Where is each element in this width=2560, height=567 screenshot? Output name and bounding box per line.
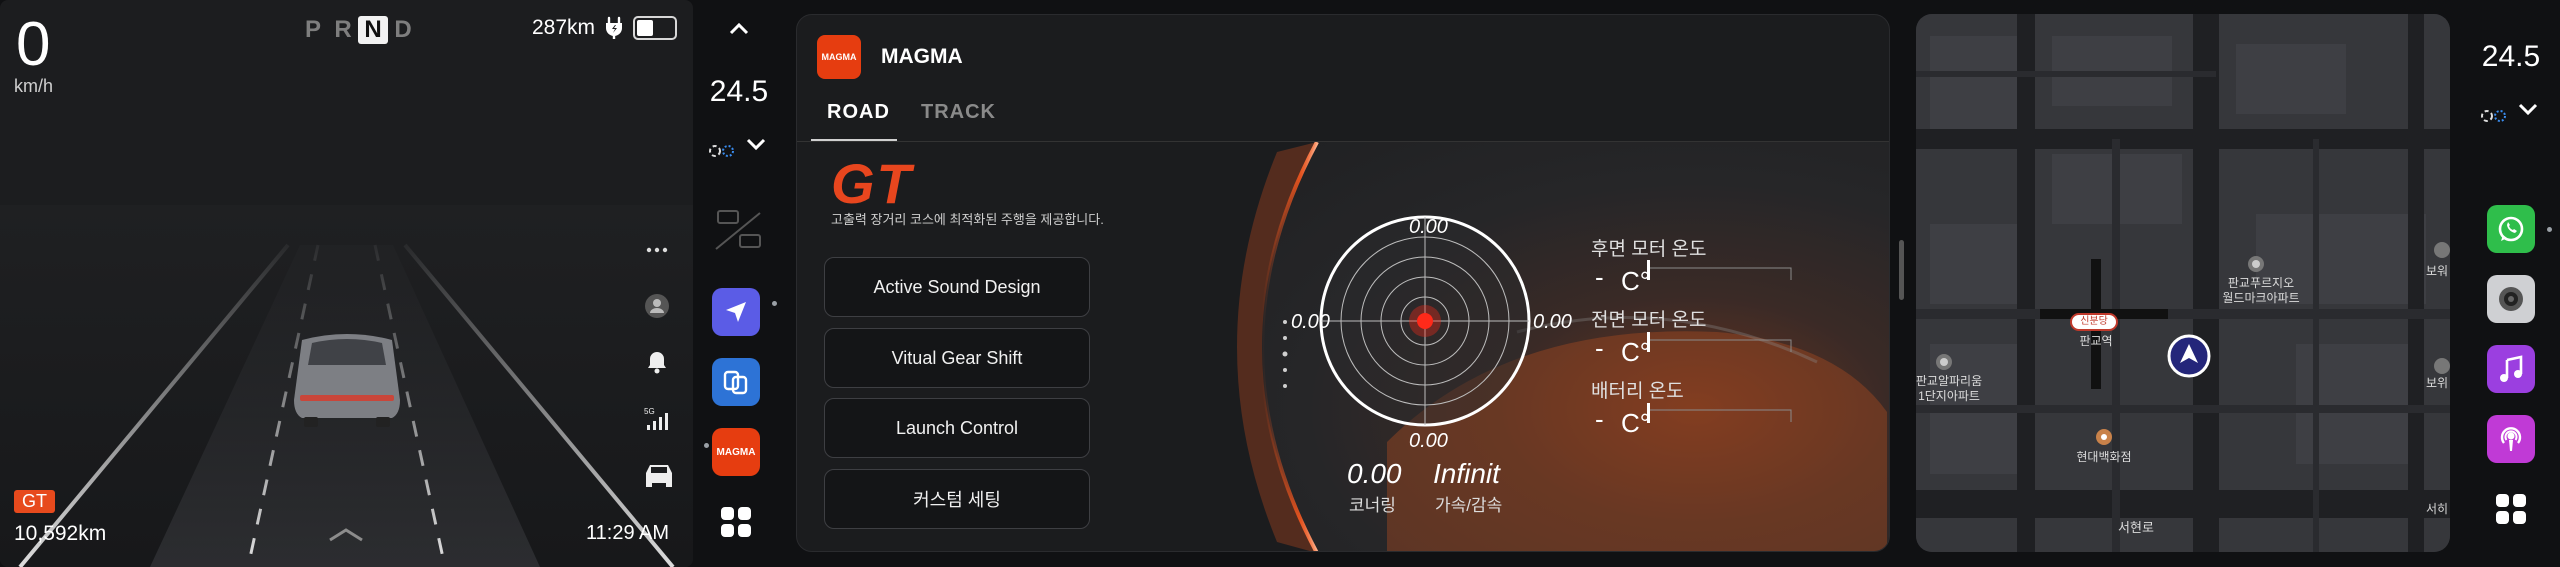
music-app-icon[interactable] (2487, 345, 2535, 393)
range-value: 287km (532, 16, 596, 39)
climate-right: 24.5 (2476, 40, 2546, 129)
custom-settings-button[interactable]: 커스텀 세팅 (824, 469, 1090, 529)
map-poi-department-store: 현대백화점 (2076, 450, 2132, 464)
cornering-label: 코너링 (1349, 496, 1396, 515)
battery-temp-unit: C° (1621, 408, 1651, 438)
left-dock: MAGMA (704, 205, 777, 551)
podcast-app-icon[interactable] (2487, 415, 2535, 463)
map-canvas (1916, 14, 2450, 552)
map-poi-apartment-left: 판교알파리움 1단지아파트 (1916, 374, 1983, 403)
odometer: 10,592km (14, 522, 107, 545)
bell-icon[interactable] (642, 347, 672, 377)
camera-app-icon[interactable] (2487, 275, 2535, 323)
clock: 11:29 AM (586, 522, 670, 544)
temp-down-chevron-icon[interactable] (741, 129, 771, 159)
launch-control-button[interactable]: Launch Control (824, 398, 1090, 458)
active-sound-design-button[interactable]: Active Sound Design (824, 257, 1090, 317)
magma-logo: MAGMA (817, 35, 861, 79)
whatsapp-app-icon[interactable] (2487, 205, 2535, 253)
map-poi-apartment-top: 판교푸르지오 월드마크아파트 (2222, 276, 2300, 305)
gear-d: D (394, 16, 412, 43)
app-name: MAGMA (881, 45, 963, 68)
gforce-bottom: 0.00 (1409, 430, 1448, 452)
performance-visualization: 0.00 0.00 0.00 0.00 0.00 코너링 Infinit 가속/… (1237, 142, 1889, 551)
drive-mode-badge: GT (14, 490, 55, 513)
cluster-status-icons: 5G (642, 235, 672, 515)
gforce-left: 0.00 (1291, 311, 1330, 333)
speed-value: 0 (16, 10, 51, 79)
acceleration-value: Infinit (1433, 458, 1500, 489)
drive-mode-title: GT (831, 152, 913, 215)
battery-temp-label: 배터리 온도 (1591, 381, 1684, 402)
rear-motor-temp-unit: C° (1621, 266, 1651, 296)
map-station-name: 판교역 (2079, 334, 2113, 348)
gear-r: R (334, 16, 352, 43)
speed-unit: km/h (14, 76, 54, 96)
connectivity-app-icon[interactable] (712, 358, 760, 406)
lane-visualization (18, 243, 675, 567)
map-road-label: 서현로 (2118, 520, 2154, 535)
temperature-value-right: 24.5 (2481, 40, 2541, 73)
profile-icon[interactable] (642, 291, 672, 321)
car-icon[interactable] (642, 459, 672, 489)
viz-background (1237, 142, 1887, 551)
cornering-value: 0.00 (1347, 458, 1402, 489)
navigation-map[interactable]: 신분당 판교역 판교푸르지오 월드마크아파트 판교알파리움 1단지아파트 현대백… (1916, 14, 2450, 552)
gear-n-selected: N (358, 16, 388, 44)
acceleration-label: 가속/감속 (1435, 496, 1503, 515)
magma-app-icon[interactable]: MAGMA (712, 428, 760, 476)
gforce-top: 0.00 (1409, 216, 1448, 238)
virtual-gear-shift-button[interactable]: Vitual Gear Shift (824, 328, 1090, 388)
map-edge-label-mid: 보위 (2425, 376, 2449, 390)
temp-down-chevron-icon-right[interactable] (2513, 94, 2543, 124)
gear-p: P (304, 16, 321, 43)
temperature-value: 24.5 (709, 75, 769, 108)
rear-motor-temp-value: - (1595, 262, 1604, 292)
gear-selector: P R N D (298, 16, 418, 44)
instrument-cluster: 0 km/h P R N D 287km 5G GT 10,592km 11:2… (0, 0, 693, 567)
temp-up-chevron-icon[interactable] (724, 14, 754, 44)
current-location-icon (2167, 334, 2211, 378)
5g-signal-icon: 5G (642, 403, 672, 433)
g-force-radar (1319, 215, 1531, 427)
map-edge-label-top: 보워 (2425, 264, 2449, 278)
ego-car-icon (294, 334, 400, 427)
range-indicator: 287km (532, 16, 678, 40)
magma-app-window: MAGMA MAGMA ROAD TRACK GT 고출력 장거리 코스에 최적… (796, 14, 1890, 552)
gforce-right: 0.00 (1533, 311, 1572, 333)
battery-icon (633, 16, 678, 40)
front-motor-temp-label: 전면 모터 온도 (1591, 310, 1707, 331)
svg-text:5G: 5G (644, 407, 655, 416)
map-edge-label-bottom: 서히 (2425, 502, 2449, 516)
battery-temp-value: - (1595, 404, 1604, 434)
navigation-app-icon[interactable] (712, 288, 760, 336)
more-icon[interactable] (642, 235, 672, 265)
tab-track[interactable]: TRACK (921, 101, 996, 124)
fan-icon[interactable] (707, 143, 737, 159)
tab-road[interactable]: ROAD (827, 101, 890, 124)
climate-left: 24.5 (704, 14, 774, 164)
rear-defrost-icon[interactable] (712, 205, 766, 257)
front-motor-temp-value: - (1595, 333, 1604, 363)
all-apps-icon[interactable] (712, 498, 760, 546)
charging-plug-icon (606, 16, 623, 39)
drive-mode-description: 고출력 장거리 코스에 최적화된 주행을 제공합니다. (831, 212, 1104, 227)
split-resize-handle[interactable] (1899, 240, 1904, 300)
fan-icon-right[interactable] (2479, 108, 2509, 124)
road-view (0, 205, 693, 567)
all-apps-icon-right[interactable] (2487, 485, 2535, 533)
right-dock (2487, 205, 2552, 538)
rear-motor-temp-label: 후면 모터 온도 (1591, 239, 1707, 260)
map-station-badge: 신분당 (2080, 316, 2108, 327)
front-motor-temp-unit: C° (1621, 337, 1651, 367)
